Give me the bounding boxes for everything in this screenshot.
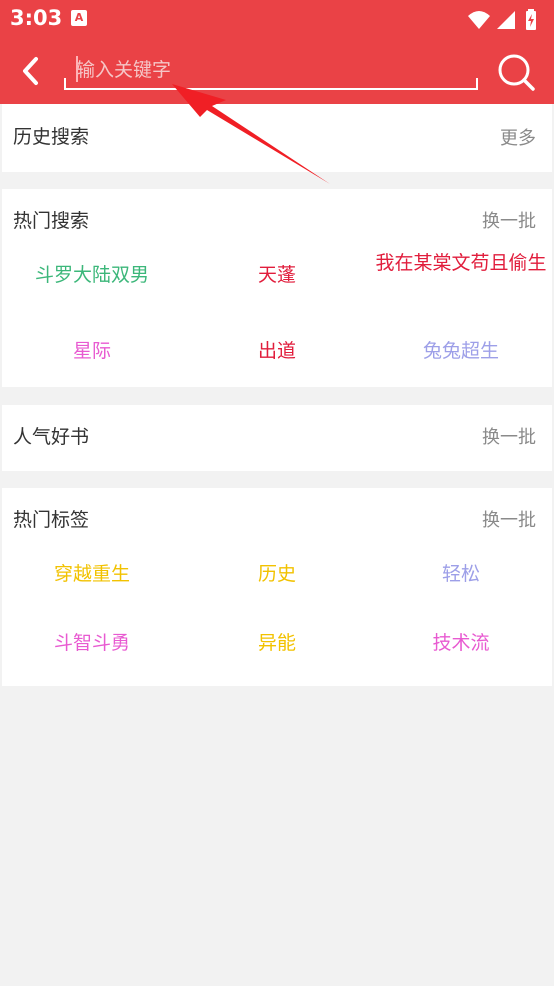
back-arrow-icon[interactable] (14, 53, 50, 89)
hot-search-item[interactable]: 星际 (2, 337, 182, 365)
popular-books-refresh-button[interactable]: 换一批 (482, 423, 536, 449)
popular-books-section: 人气好书 换一批 (2, 405, 552, 471)
history-more-button[interactable]: 更多 (500, 124, 536, 150)
hot-tag-item[interactable]: 异能 (187, 629, 367, 657)
hot-search-item[interactable]: 我在某棠文苟且偷生 (371, 249, 551, 277)
battery-icon (526, 9, 536, 30)
hot-tags-title: 热门标签 (13, 509, 90, 531)
search-field (64, 54, 478, 92)
popular-books-title: 人气好书 (13, 426, 90, 448)
hot-tags-section: 热门标签 换一批 穿越重生 历史 轻松 斗智斗勇 异能 技术流 (2, 488, 552, 686)
hot-search-item[interactable]: 斗罗大陆双男 (2, 261, 182, 289)
search-underline (64, 78, 478, 90)
history-section: 历史搜索 更多 (2, 104, 552, 172)
hot-search-title: 热门搜索 (13, 210, 90, 232)
status-bar: 3:03 A (0, 0, 554, 38)
status-time: 3:03 (10, 6, 63, 30)
hot-search-item[interactable]: 出道 (187, 337, 367, 365)
history-title: 历史搜索 (13, 126, 90, 148)
hot-tag-item[interactable]: 历史 (187, 560, 367, 588)
status-icons (468, 9, 536, 30)
notification-app-icon: A (71, 10, 87, 26)
hot-tag-item[interactable]: 斗智斗勇 (2, 629, 182, 657)
hot-tag-item[interactable]: 穿越重生 (2, 560, 182, 588)
hot-tags-refresh-button[interactable]: 换一批 (482, 506, 536, 532)
signal-icon (497, 11, 515, 29)
search-toolbar (0, 38, 554, 104)
hot-tag-item[interactable]: 轻松 (371, 560, 551, 588)
hot-search-item[interactable]: 天蓬 (187, 261, 367, 289)
hot-tag-item[interactable]: 技术流 (371, 629, 551, 657)
hot-search-refresh-button[interactable]: 换一批 (482, 207, 536, 233)
hot-search-section: 热门搜索 换一批 斗罗大陆双男 天蓬 我在某棠文苟且偷生 星际 出道 兔兔超生 (2, 189, 552, 387)
wifi-icon (468, 11, 490, 29)
search-icon[interactable] (496, 52, 536, 92)
hot-search-item[interactable]: 兔兔超生 (371, 337, 551, 365)
